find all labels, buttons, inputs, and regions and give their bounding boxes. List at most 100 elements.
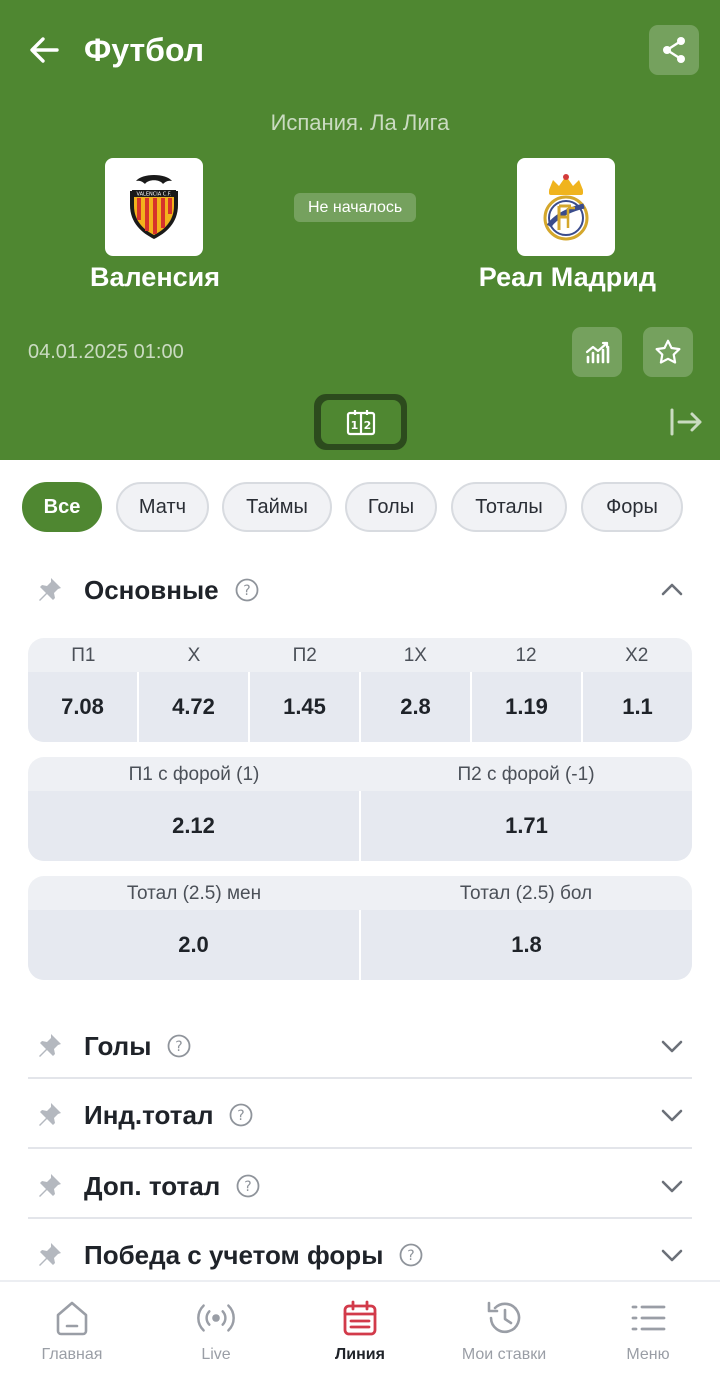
section-main-header[interactable]: Основные ?: [28, 568, 692, 612]
favorite-button[interactable]: [643, 327, 693, 377]
odds-button-p2[interactable]: 1.45: [248, 672, 359, 742]
odds-label: П2 с форой (-1): [457, 764, 595, 785]
arrow-right-bar-icon: [670, 408, 702, 436]
odds-button-x[interactable]: 4.72: [137, 672, 248, 742]
odds-label: П1: [71, 645, 96, 666]
section-title: Победа с учетом форы: [84, 1239, 384, 1270]
chip-halves[interactable]: Таймы: [222, 482, 332, 532]
odds-block-outcomes: П1 X П2 1X 12 X2 7.08 4.72 1.45 2.8 1.19…: [28, 638, 692, 742]
odds-values-row: 7.08 4.72 1.45 2.8 1.19 1.1: [28, 672, 692, 742]
odds-label: X2: [625, 645, 649, 666]
section-title: Голы: [84, 1030, 152, 1061]
home-icon: [52, 1298, 92, 1338]
odds-values-row: 2.12 1.71: [28, 791, 692, 861]
chip-match[interactable]: Матч: [116, 482, 209, 532]
match-header: Футбол Испания. Ла Лига VALENCIA C.F. Не…: [0, 0, 720, 460]
help-icon[interactable]: ?: [167, 1034, 191, 1058]
section-goals-header[interactable]: Голы ?: [28, 1024, 692, 1068]
collapse-header-button[interactable]: [664, 402, 708, 442]
chevron-down-icon[interactable]: [658, 1172, 686, 1200]
away-team-logo: [517, 158, 615, 256]
chevron-up-icon[interactable]: [658, 576, 686, 604]
chip-all[interactable]: Все: [22, 482, 102, 532]
section-title: Инд.тотал: [84, 1099, 214, 1130]
odds-button-p1[interactable]: 7.08: [28, 672, 137, 742]
nav-label: Меню: [626, 1346, 670, 1363]
chevron-down-icon[interactable]: [658, 1032, 686, 1060]
arrow-left-icon: [30, 37, 59, 63]
nav-home[interactable]: Главная: [0, 1282, 144, 1379]
real-madrid-crest-icon: [543, 174, 589, 241]
odds-button-p1-handicap[interactable]: 2.12: [28, 791, 359, 861]
valencia-crest-icon: VALENCIA C.F.: [130, 175, 178, 239]
odds-button-total-over[interactable]: 1.8: [359, 910, 692, 980]
help-icon[interactable]: ?: [236, 1174, 260, 1198]
page-title: Футбол: [84, 32, 205, 68]
odds-button-1x[interactable]: 2.8: [359, 672, 470, 742]
odds-block-totals: Тотал (2.5) мен Тотал (2.5) бол 2.0 1.8: [28, 876, 692, 980]
odds-label: 12: [515, 645, 537, 666]
divider: [28, 1077, 692, 1079]
chevron-down-icon[interactable]: [658, 1241, 686, 1269]
section-individual-total-header[interactable]: Инд.тотал ?: [28, 1093, 692, 1137]
section-handicap-win-header[interactable]: Победа с учетом форы ?: [28, 1233, 692, 1277]
section-extra-total-header[interactable]: Доп. тотал ?: [28, 1164, 692, 1208]
odds-button-p2-handicap[interactable]: 1.71: [359, 791, 692, 861]
svg-text:?: ?: [238, 1108, 245, 1124]
odds-button-total-under[interactable]: 2.0: [28, 910, 359, 980]
match-datetime: 04.01.2025 01:00: [28, 341, 184, 363]
nav-live[interactable]: Live: [144, 1282, 288, 1379]
calendar-icon: [340, 1298, 380, 1338]
odds-label: Тотал (2.5) бол: [459, 883, 593, 904]
away-team-name: Реал Мадрид: [478, 262, 656, 292]
odds-values-row: 2.0 1.8: [28, 910, 692, 980]
market-filter-chips: Все Матч Таймы Голы Тоталы Форы: [0, 482, 720, 532]
nav-line[interactable]: Линия: [288, 1282, 432, 1379]
odds-labels-row: Тотал (2.5) мен Тотал (2.5) бол: [28, 876, 692, 910]
svg-text:?: ?: [176, 1039, 183, 1055]
chip-totals[interactable]: Тоталы: [451, 482, 567, 532]
nav-menu[interactable]: Меню: [576, 1282, 720, 1379]
match-status-badge: Не началось: [294, 193, 417, 222]
pin-icon[interactable]: [34, 1171, 64, 1201]
odds-labels-row: П1 X П2 1X 12 X2: [28, 638, 692, 672]
help-icon[interactable]: ?: [399, 1243, 423, 1267]
pin-icon[interactable]: [34, 575, 64, 605]
section-title: Доп. тотал: [84, 1170, 221, 1201]
odds-label: 1X: [403, 645, 427, 666]
pin-icon[interactable]: [34, 1100, 64, 1130]
chip-handicaps[interactable]: Форы: [581, 482, 683, 532]
pin-icon[interactable]: [34, 1031, 64, 1061]
odds-label: П2: [292, 645, 317, 666]
share-button[interactable]: [649, 25, 699, 75]
nav-label: Мои ставки: [461, 1346, 547, 1363]
live-icon: [196, 1298, 236, 1338]
chevron-down-icon[interactable]: [658, 1101, 686, 1129]
nav-my-bets[interactable]: Мои ставки: [432, 1282, 576, 1379]
nav-label: Главная: [41, 1346, 103, 1363]
share-icon: [663, 37, 685, 63]
star-icon: [655, 339, 681, 364]
odds-block-handicap: П1 с форой (1) П2 с форой (-1) 2.12 1.71: [28, 757, 692, 861]
odds-button-x2[interactable]: 1.1: [581, 672, 692, 742]
divider: [28, 1147, 692, 1149]
help-icon[interactable]: ?: [235, 578, 259, 602]
statistics-button[interactable]: [572, 327, 622, 377]
svg-text:?: ?: [245, 1179, 252, 1195]
section-title: Основные: [84, 574, 219, 605]
chip-goals[interactable]: Голы: [345, 482, 437, 532]
odds-label: X: [187, 645, 201, 666]
back-button[interactable]: [22, 28, 66, 72]
league-name: Испания. Ла Лига: [270, 110, 450, 135]
menu-icon: [628, 1298, 668, 1338]
nav-label: Live: [201, 1346, 231, 1363]
divider: [28, 1217, 692, 1219]
history-icon: [484, 1298, 524, 1338]
help-icon[interactable]: ?: [229, 1103, 253, 1127]
odds-button-12[interactable]: 1.19: [470, 672, 581, 742]
odds-label: Тотал (2.5) мен: [126, 883, 262, 904]
scoreboard-button[interactable]: 1 2: [314, 394, 407, 450]
pin-icon[interactable]: [34, 1240, 64, 1270]
scoreboard-icon: 1 2: [346, 410, 375, 436]
chart-icon: [585, 341, 610, 364]
